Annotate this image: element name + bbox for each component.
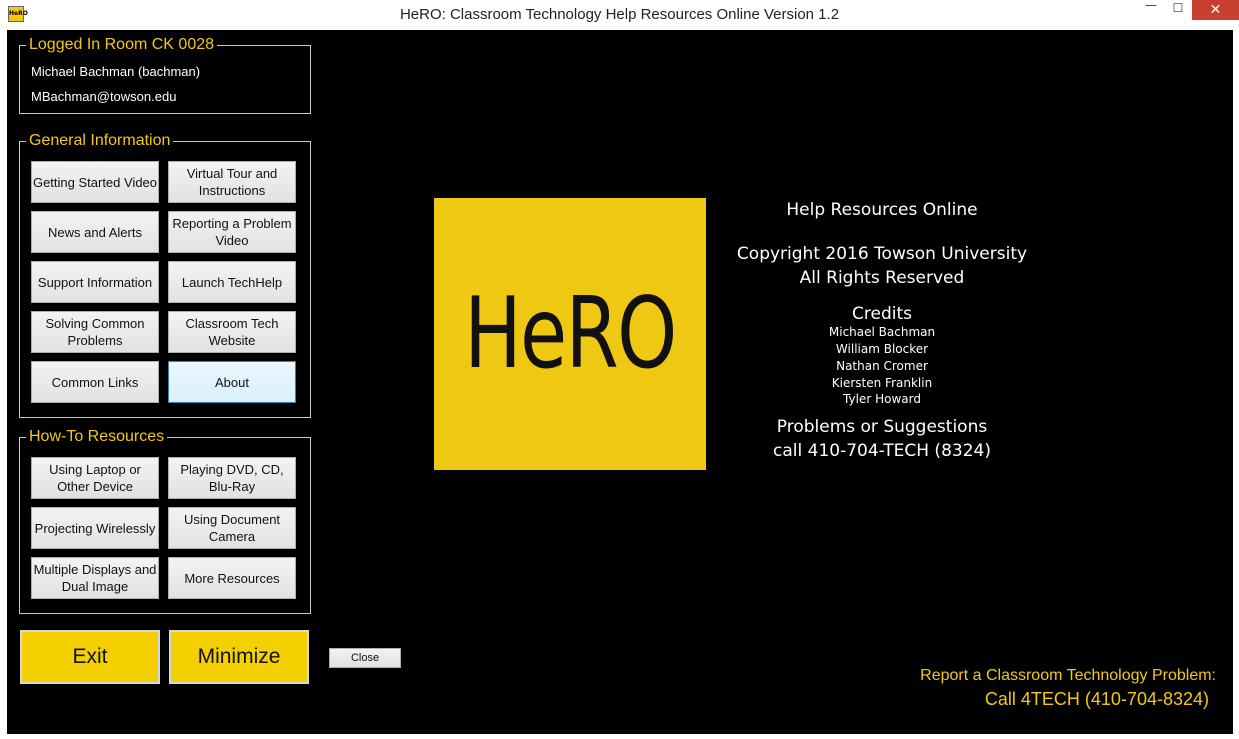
credit-name: Tyler Howard xyxy=(843,392,921,406)
about-subtitle: Help Resources Online xyxy=(786,200,978,220)
news-alerts-button[interactable]: News and Alerts xyxy=(31,211,159,253)
user-name: Michael Bachman (bachman) xyxy=(31,64,201,79)
common-links-button[interactable]: Common Links xyxy=(31,361,159,403)
credits-heading: Credits xyxy=(852,304,912,324)
credit-name: Nathan Cromer xyxy=(836,359,928,373)
solving-common-problems-button[interactable]: Solving Common Problems xyxy=(31,311,159,353)
problems-phone: call 410-704-TECH (8324) xyxy=(773,441,991,461)
more-resources-button[interactable]: More Resources xyxy=(168,557,296,599)
maximize-window-icon[interactable]: ☐ xyxy=(1167,1,1189,23)
multiple-displays-button[interactable]: Multiple Displays and Dual Image xyxy=(31,557,159,599)
about-button[interactable]: About xyxy=(168,361,296,403)
hero-logo: HeRO xyxy=(434,198,706,470)
general-information-legend: General Information xyxy=(26,131,174,151)
user-email: MBachman@towson.edu xyxy=(31,89,177,104)
about-copyright: Copyright 2016 Towson University xyxy=(736,244,1028,264)
close-button[interactable]: Close xyxy=(329,648,401,668)
report-phone-text: Call 4TECH (410-704-8324) xyxy=(984,689,1209,709)
support-information-button[interactable]: Support Information xyxy=(31,261,159,303)
virtual-tour-button[interactable]: Virtual Tour and Instructions xyxy=(168,161,296,203)
playing-dvd-button[interactable]: Playing DVD, CD, Blu-Ray xyxy=(168,457,296,499)
hero-logo-text: HeRO xyxy=(464,277,677,391)
getting-started-video-button[interactable]: Getting Started Video xyxy=(31,161,159,203)
logged-in-legend: Logged In Room CK 0028 xyxy=(26,35,218,55)
close-window-icon[interactable]: ✕ xyxy=(1192,0,1239,20)
general-information-group: General Information Getting Started Vide… xyxy=(19,131,311,418)
launch-techhelp-button[interactable]: Launch TechHelp xyxy=(168,261,296,303)
credit-name: Michael Bachman xyxy=(828,325,936,339)
title-bar: HeRO HeRO: Classroom Technology Help Res… xyxy=(0,0,1239,30)
credit-name: Kiersten Franklin xyxy=(831,376,933,390)
about-rights: All Rights Reserved xyxy=(799,268,965,288)
problems-heading: Problems or Suggestions xyxy=(776,417,988,437)
exit-button[interactable]: Exit xyxy=(20,630,160,684)
credit-name: William Blocker xyxy=(835,342,929,356)
minimize-window-icon[interactable]: — xyxy=(1140,0,1162,20)
minimize-button[interactable]: Minimize xyxy=(169,630,309,684)
logged-in-group: Logged In Room CK 0028 Michael Bachman (… xyxy=(19,35,311,114)
main-panel: Logged In Room CK 0028 Michael Bachman (… xyxy=(7,30,1233,734)
report-problem-text: Report a Classroom Technology Problem: xyxy=(920,667,1216,684)
howto-resources-legend: How-To Resources xyxy=(26,427,168,447)
document-camera-button[interactable]: Using Document Camera xyxy=(168,507,296,549)
projecting-wirelessly-button[interactable]: Projecting Wirelessly xyxy=(31,507,159,549)
using-laptop-button[interactable]: Using Laptop or Other Device xyxy=(31,457,159,499)
window-title: HeRO: Classroom Technology Help Resource… xyxy=(399,6,840,23)
classroom-tech-website-button[interactable]: Classroom Tech Website xyxy=(168,311,296,353)
howto-resources-group: How-To Resources Using Laptop or Other D… xyxy=(19,427,311,614)
reporting-problem-video-button[interactable]: Reporting a Problem Video xyxy=(168,211,296,253)
